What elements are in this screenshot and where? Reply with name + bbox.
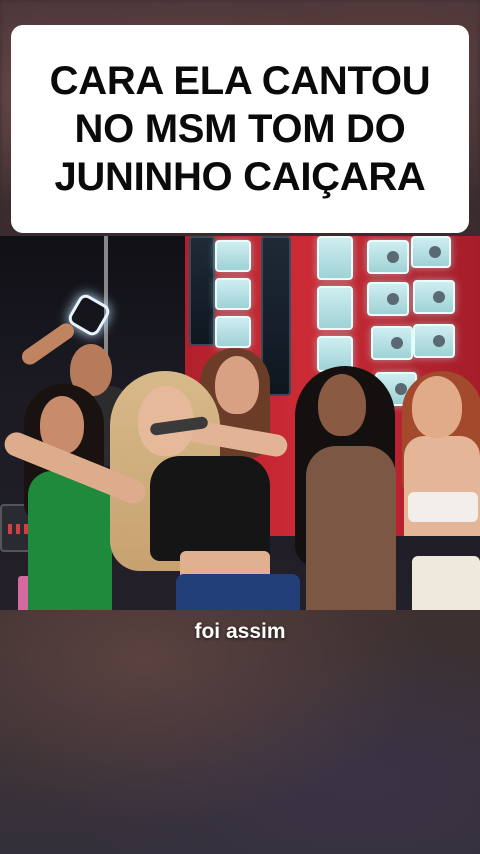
video-frame[interactable] bbox=[0, 236, 480, 610]
speaker-box bbox=[411, 236, 451, 268]
caption-text: CARA ELA CANTOU NO MSM TOM DO JUNINHO CA… bbox=[50, 57, 431, 201]
speaker-box bbox=[371, 326, 413, 360]
light-pole bbox=[104, 236, 108, 356]
speaker-box bbox=[367, 282, 409, 316]
speaker-box bbox=[215, 240, 251, 272]
speaker-column bbox=[189, 236, 215, 346]
speaker-box bbox=[215, 316, 251, 348]
reel-screen[interactable]: CARA ELA CANTOU NO MSM TOM DO JUNINHO CA… bbox=[0, 0, 480, 854]
caption-line: JUNINHO CAIÇARA bbox=[54, 155, 426, 199]
speaker-box bbox=[215, 278, 251, 310]
speaker-box bbox=[367, 240, 409, 274]
blurred-backdrop-bottom bbox=[0, 610, 480, 854]
speaker-box bbox=[317, 286, 353, 330]
caption-line: CARA ELA CANTOU bbox=[49, 59, 431, 103]
speaker-box bbox=[413, 280, 455, 314]
speaker-box bbox=[317, 236, 353, 280]
video-subtitle: foi assim bbox=[194, 620, 286, 643]
caption-line: NO MSM TOM DO bbox=[74, 107, 406, 151]
caption-overlay: CARA ELA CANTOU NO MSM TOM DO JUNINHO CA… bbox=[11, 25, 469, 233]
speaker-box bbox=[413, 324, 455, 358]
